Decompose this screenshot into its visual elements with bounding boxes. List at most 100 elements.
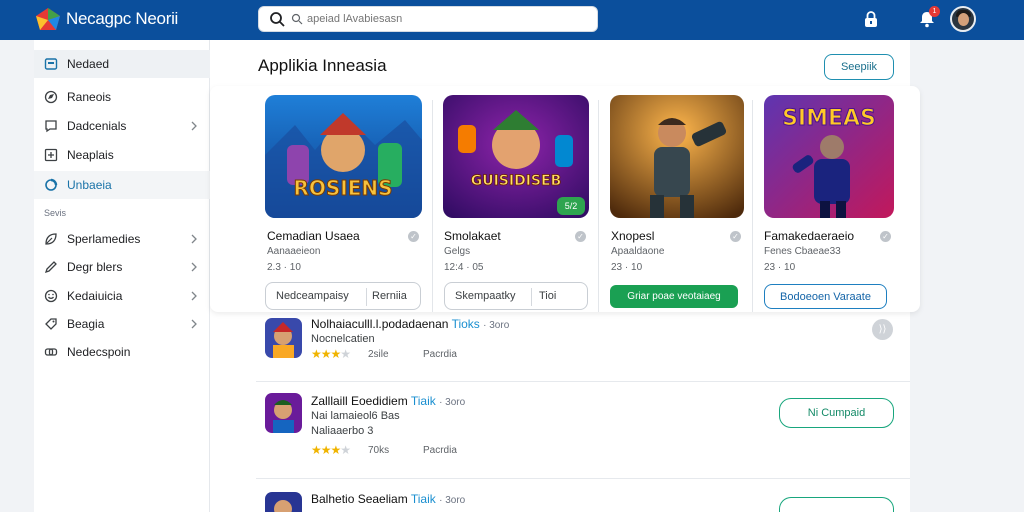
featured-action-button[interactable]: Skempaatky Tioi <box>444 282 588 310</box>
list-item-title[interactable]: Zalllaill Eoedidiem Tiaik · 3oro <box>311 394 465 408</box>
row-divider <box>256 478 910 479</box>
featured-action-button[interactable]: Nedceampaisy Rerniia <box>265 282 421 310</box>
button-right-label[interactable]: Rerniia <box>372 290 407 302</box>
button-left-label[interactable]: Nedceampaisy <box>276 290 349 302</box>
chat-icon <box>45 120 57 133</box>
list-item-subtitle: Nocnelcatien <box>311 333 375 345</box>
sidebar-item-label: Nedecspoin <box>67 345 131 359</box>
sidebar-item-label: Raneois <box>67 90 112 104</box>
compass-icon <box>44 90 58 104</box>
chevron-right-icon <box>191 291 197 301</box>
chevron-right-icon <box>191 121 197 131</box>
lock-icon[interactable] <box>862 10 880 28</box>
app-name[interactable]: Famakedaeraeio <box>764 229 854 243</box>
brand-name: Necagpc Neorii <box>66 9 179 28</box>
sidebar-item-label: Beagia <box>67 317 105 331</box>
plus-square-icon <box>44 148 58 162</box>
app-name[interactable]: Smolakaet <box>444 229 501 243</box>
sidebar-item-label: Kedaiuicia <box>67 289 123 303</box>
chevron-right-icon <box>191 234 197 244</box>
chevron-right-icon <box>191 262 197 272</box>
open-button[interactable]: Bodoeoen Varaate <box>764 284 887 309</box>
sidebar-item-explore[interactable]: Raneois <box>34 83 210 111</box>
button-left-label[interactable]: Skempaatky <box>455 290 516 302</box>
row-action-button[interactable]: Ni Cumpaid <box>779 398 894 428</box>
verified-tag: Tiaik <box>410 492 436 506</box>
sidebar-item-label: Nedaed <box>67 57 110 71</box>
sidebar-item-label: Dadcenials <box>67 119 127 133</box>
info-icon[interactable]: ✓ <box>880 231 891 242</box>
top-bar: Necagpc Neorii 1 <box>0 0 1024 40</box>
sidebar-item-kids[interactable]: Kedaiuicia <box>34 282 210 310</box>
app-rating: 2.3 · 10 <box>267 262 301 273</box>
app-rating: 23 · 10 <box>764 262 796 273</box>
list-item-category: Pacrdia <box>423 445 457 456</box>
card-divider <box>752 100 753 312</box>
star-rating: ★★★★ <box>311 443 351 457</box>
info-icon[interactable]: ✓ <box>730 231 741 242</box>
sidebar: Nedaed Raneois Dadcenials Neaplais Unbae… <box>34 40 210 512</box>
verified-tag: Tioks <box>451 317 480 331</box>
list-app-icon[interactable] <box>265 393 302 433</box>
smile-icon <box>44 289 58 303</box>
star-rating: ★★★★ <box>311 347 351 361</box>
tile-badge: 5/2 <box>557 197 585 215</box>
install-button[interactable]: Griar poae veotaiaeg <box>610 285 738 308</box>
user-avatar[interactable] <box>950 6 976 32</box>
info-icon[interactable]: ✓ <box>575 231 586 242</box>
list-item-size: 2sile <box>368 349 389 360</box>
verified-tag: Tiaik <box>410 394 436 408</box>
sidebar-item-designers[interactable]: Degr blers <box>34 253 210 281</box>
featured-app-artwork[interactable]: ROSIENS <box>265 95 422 218</box>
search-icon <box>270 12 285 27</box>
page-title: Applikia Inneasia <box>258 56 387 75</box>
chevron-right-icon <box>191 319 197 329</box>
see-all-button[interactable]: Seepiik <box>824 54 894 80</box>
tag-icon <box>45 318 57 330</box>
sidebar-item-updates[interactable]: Unbaeia <box>34 171 210 199</box>
list-app-icon[interactable] <box>265 318 302 358</box>
button-separator <box>531 288 532 306</box>
tile-art-text: GUISIDISEB <box>471 173 562 189</box>
row-action-button[interactable] <box>779 497 894 512</box>
app-name[interactable]: Xnopesl <box>611 229 654 243</box>
app-logo[interactable] <box>34 6 62 34</box>
info-icon[interactable]: ✓ <box>408 231 419 242</box>
search-small-icon <box>291 13 303 25</box>
card-divider <box>598 100 599 312</box>
sidebar-item-new[interactable]: Neaplais <box>34 141 210 169</box>
sidebar-item-beagia[interactable]: Beagia <box>34 310 210 338</box>
app-rating: 23 · 10 <box>611 262 643 273</box>
featured-app-artwork[interactable]: GUISIDISEB 5/2 <box>443 95 589 218</box>
row-divider <box>256 381 910 382</box>
sidebar-item-label: Sperlamedies <box>67 232 141 246</box>
button-separator <box>366 288 367 306</box>
sidebar-item-chat[interactable]: Dadcenials <box>34 112 210 140</box>
list-item-subtitle-2: Naliaaerbo 3 <box>311 425 374 437</box>
more-icon[interactable]: ⟩⟩ <box>872 319 893 340</box>
notification-badge: 1 <box>929 6 940 17</box>
button-right-label[interactable]: Tioi <box>539 290 556 302</box>
link-icon <box>44 348 58 356</box>
list-item-title[interactable]: Nolhaiaculll.l.podadaenan Tioks · 3oro <box>311 317 509 331</box>
search-input[interactable] <box>307 10 587 28</box>
app-rating: 12:4 · 05 <box>444 262 484 273</box>
featured-app-artwork[interactable]: SIMEAS <box>764 95 894 218</box>
circle-icon <box>45 178 58 191</box>
sidebar-item-links[interactable]: Nedecspoin <box>34 338 210 366</box>
sidebar-section-label: Sevis <box>44 208 67 218</box>
sidebar-item-label: Unbaeia <box>67 178 112 192</box>
home-icon <box>44 58 58 70</box>
sidebar-item-label: Neaplais <box>67 148 114 162</box>
leaf-icon <box>45 233 57 245</box>
sidebar-item-home[interactable]: Nedaed <box>34 50 210 78</box>
search-bar[interactable] <box>258 6 598 32</box>
list-item-title[interactable]: Balhetio Seaeliam Tiaik · 3oro <box>311 492 465 506</box>
sidebar-item-specials[interactable]: Sperlamedies <box>34 225 210 253</box>
app-name[interactable]: Cemadian Usaea <box>267 229 360 243</box>
tile-art-text: ROSIENS <box>293 176 392 200</box>
featured-app-artwork[interactable] <box>610 95 744 218</box>
sidebar-item-label: Degr blers <box>67 260 123 274</box>
app-developer: Apaaldaone <box>611 246 665 257</box>
list-app-icon[interactable] <box>265 492 302 512</box>
